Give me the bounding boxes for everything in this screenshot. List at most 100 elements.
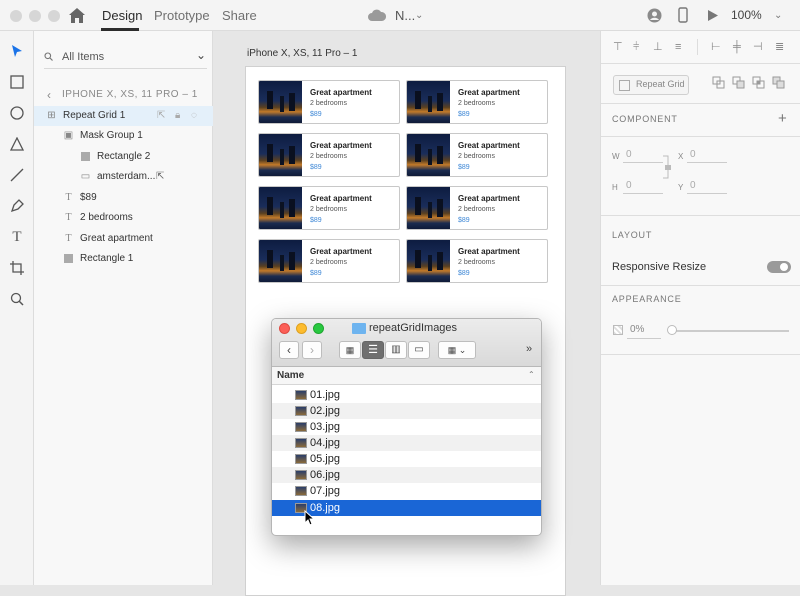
forward-button[interactable]: › (302, 341, 322, 359)
apartment-card[interactable]: Great apartment 2 bedrooms $89 (406, 239, 548, 283)
mouse-cursor-icon (304, 510, 314, 526)
file-row[interactable]: 06.jpg (272, 467, 541, 483)
text-tool-icon[interactable]: T (8, 228, 26, 246)
chevron-down-icon[interactable]: ⌄ (196, 48, 206, 62)
opacity-slider[interactable] (671, 330, 789, 332)
toolbar-overflow-button[interactable]: » (526, 343, 532, 355)
tab-share[interactable]: Share (222, 8, 257, 23)
user-profile-icon[interactable] (647, 8, 662, 23)
height-field[interactable]: 0 (626, 180, 632, 191)
file-row[interactable]: 05.jpg (272, 451, 541, 467)
layer-rectangle-1[interactable]: Rectangle 1 (34, 249, 213, 269)
name-column-header[interactable]: Name ⌃ (272, 367, 541, 385)
lock-aspect-icon[interactable] (663, 155, 671, 179)
align-left-icon[interactable]: ⊢ (711, 41, 723, 53)
align-center-icon[interactable]: ╪ (733, 41, 745, 53)
boolean-add-icon[interactable] (712, 76, 725, 89)
width-field[interactable]: 0 (626, 149, 632, 160)
repeat-grid-button[interactable]: Repeat Grid (613, 75, 689, 95)
apartment-card[interactable]: Great apartment 2 bedrooms $89 (258, 133, 400, 177)
divider (44, 68, 207, 69)
layer-bedrooms-text[interactable]: T 2 bedrooms (34, 208, 213, 228)
file-row[interactable]: 03.jpg (272, 419, 541, 435)
link-out-icon[interactable]: ⇱ (156, 171, 164, 182)
file-row[interactable]: 04.jpg (272, 435, 541, 451)
add-component-icon[interactable]: + (778, 110, 787, 127)
icon-view-button[interactable]: ▦ (339, 341, 361, 359)
y-field[interactable]: 0 (690, 180, 696, 191)
ellipse-tool-icon[interactable] (8, 104, 26, 122)
finder-close-button[interactable] (279, 323, 290, 334)
pen-tool-icon[interactable] (8, 197, 26, 215)
apartment-card[interactable]: Great apartment 2 bedrooms $89 (258, 186, 400, 230)
boolean-exclude-icon[interactable] (772, 76, 785, 89)
zoom-level[interactable]: 100% (731, 8, 762, 22)
align-bottom-icon[interactable]: ⊥ (653, 41, 665, 53)
hide-eye-icon[interactable]: ◌ (191, 110, 197, 121)
repeat-grid-icon: ⊞ (47, 110, 56, 121)
apartment-card[interactable]: Great apartment 2 bedrooms $89 (406, 186, 548, 230)
device-preview-icon[interactable] (678, 7, 688, 23)
apartment-card[interactable]: Great apartment 2 bedrooms $89 (258, 80, 400, 124)
column-view-button[interactable]: ▥ (385, 341, 407, 359)
lock-icon[interactable]: 🔒︎ (175, 110, 180, 121)
chevron-down-icon[interactable]: ⌄ (415, 10, 423, 21)
play-icon[interactable] (707, 9, 719, 22)
file-row[interactable]: 02.jpg (272, 403, 541, 419)
artboard-label[interactable]: iPhone X, XS, 11 Pro – 1 (247, 48, 357, 59)
rectangle-tool-icon[interactable] (8, 73, 26, 91)
component-section-title: COMPONENT (612, 114, 678, 124)
finder-zoom-button[interactable] (313, 323, 324, 334)
distribute-vertical-icon[interactable]: ≡ (675, 41, 687, 53)
apartment-card[interactable]: Great apartment 2 bedrooms $89 (258, 239, 400, 283)
distribute-horizontal-icon[interactable]: ≣ (775, 41, 787, 53)
polygon-tool-icon[interactable] (8, 135, 26, 153)
group-by-button[interactable]: ▦ ⌄ (438, 341, 476, 359)
card-subtitle: 2 bedrooms (310, 153, 347, 160)
opacity-field[interactable]: 0% (630, 324, 644, 335)
back-button[interactable]: ‹ (279, 341, 299, 359)
layer-title-text[interactable]: T Great apartment (34, 229, 213, 249)
document-name[interactable]: N... (395, 8, 415, 23)
window-close-button[interactable] (10, 10, 22, 22)
zoom-tool-icon[interactable] (8, 290, 26, 308)
home-icon[interactable] (68, 7, 86, 24)
responsive-resize-toggle[interactable] (767, 261, 791, 273)
tab-prototype[interactable]: Prototype (154, 8, 210, 23)
window-minimize-button[interactable] (29, 10, 41, 22)
apartment-card[interactable]: Great apartment 2 bedrooms $89 (406, 80, 548, 124)
file-row[interactable]: 01.jpg (272, 387, 541, 403)
card-price: $89 (458, 111, 470, 118)
search-icon (44, 52, 53, 61)
layer-mask-group[interactable]: ▣ Mask Group 1 (34, 126, 213, 146)
back-chevron-icon[interactable]: ‹ (47, 88, 51, 102)
layer-label: Repeat Grid 1 (63, 110, 126, 121)
align-middle-icon[interactable]: ⫩ (633, 41, 645, 53)
layer-amsterdam-image[interactable]: ▭ amsterdam... ⇱ (34, 167, 213, 187)
select-tool-icon[interactable] (8, 42, 26, 60)
line-tool-icon[interactable] (8, 166, 26, 184)
breadcrumb[interactable]: IPHONE X, XS, 11 PRO – 1 (62, 89, 198, 100)
layer-rectangle-2[interactable]: Rectangle 2 (34, 147, 213, 167)
align-top-icon[interactable]: ⊤ (613, 41, 625, 53)
boolean-intersect-icon[interactable] (752, 76, 765, 89)
finder-minimize-button[interactable] (296, 323, 307, 334)
boolean-subtract-icon[interactable] (732, 76, 745, 89)
gallery-view-button[interactable]: ▭ (408, 341, 430, 359)
layer-price-text[interactable]: T $89 (34, 188, 213, 208)
export-icon[interactable]: ⇱ (157, 110, 165, 121)
apartment-card[interactable]: Great apartment 2 bedrooms $89 (406, 133, 548, 177)
x-field[interactable]: 0 (690, 149, 696, 160)
tab-design[interactable]: Design (102, 8, 142, 23)
cloud-icon (368, 9, 386, 21)
layers-filter[interactable]: All Items ⌄ (44, 48, 206, 70)
artboard-tool-icon[interactable] (8, 259, 26, 277)
file-row[interactable]: 07.jpg (272, 483, 541, 499)
layer-repeat-grid[interactable]: ⊞ Repeat Grid 1 ⇱ 🔒︎ ◌ (34, 106, 213, 126)
card-title: Great apartment (458, 194, 520, 203)
list-view-button[interactable]: ☰ (362, 341, 384, 359)
window-zoom-button[interactable] (48, 10, 60, 22)
chevron-down-icon[interactable]: ⌄ (774, 10, 782, 21)
opacity-slider-handle[interactable] (667, 325, 677, 335)
align-right-icon[interactable]: ⊣ (753, 41, 765, 53)
